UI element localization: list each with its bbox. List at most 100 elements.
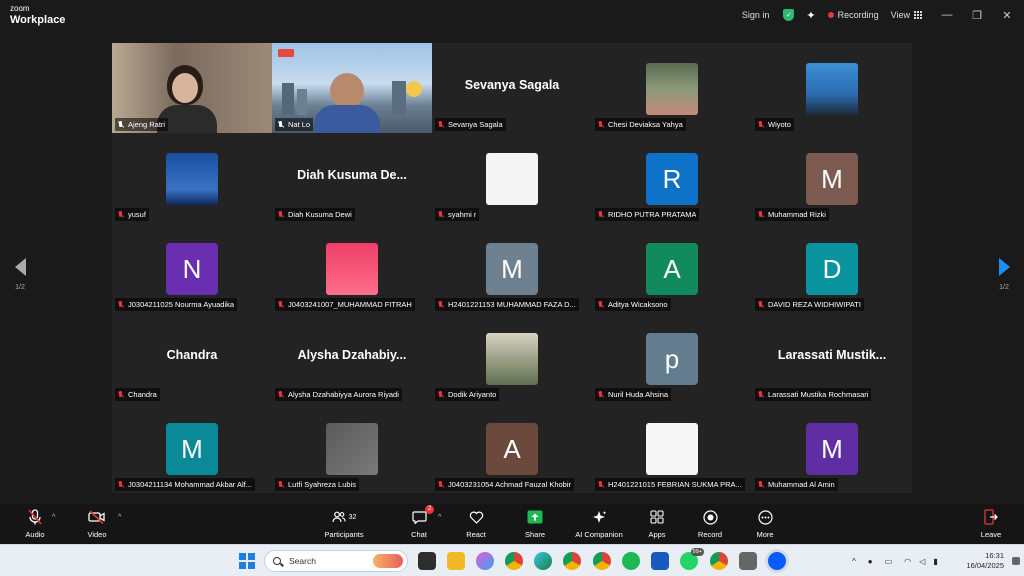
participant-name-label: DAVID REZA WIDHIWIPATI bbox=[755, 298, 864, 311]
participant-tile[interactable]: yusuf bbox=[112, 133, 272, 223]
taskbar-clock[interactable]: 16:31 16/04/2025 bbox=[966, 551, 1004, 571]
participant-name: J0304211025 Nourma Ayuadika bbox=[128, 300, 235, 309]
audio-button[interactable]: Audio bbox=[7, 508, 63, 539]
restore-icon[interactable]: ❐ bbox=[964, 9, 990, 22]
chrome-profile-2-icon[interactable] bbox=[593, 552, 611, 570]
participant-tile[interactable]: J0403241007_MUHAMMAD FITRAH bbox=[272, 223, 432, 313]
ai-companion-button[interactable]: AI Companion bbox=[571, 508, 627, 539]
participant-tile[interactable]: D DAVID REZA WIDHIWIPATI bbox=[752, 223, 912, 313]
participant-tile[interactable]: M Muhammad Al Amin bbox=[752, 403, 912, 493]
participant-tile[interactable]: M H2401221153 MUHAMMAD FAZA D... bbox=[432, 223, 592, 313]
participant-tile[interactable]: R RIDHO PUTRA PRATAMA bbox=[592, 133, 752, 223]
participant-tile[interactable]: M J0304211134 Mohammad Akbar Alf... bbox=[112, 403, 272, 493]
participant-name-label: H2401221015 FEBRIAN SUKMA PRA... bbox=[595, 478, 745, 491]
participant-name: Aditya Wicaksono bbox=[608, 300, 668, 309]
clock-time: 16:31 bbox=[985, 551, 1004, 560]
show-hidden-icons-chevron-icon[interactable]: ^ bbox=[852, 557, 856, 566]
minimize-icon[interactable]: — bbox=[934, 9, 960, 21]
participant-tile[interactable]: Lutfi Syahreza Lubis bbox=[272, 403, 432, 493]
participant-tile[interactable]: Diah Kusuma De... Diah Kusuma Dewi bbox=[272, 133, 432, 223]
arrow-right-icon bbox=[998, 258, 1010, 276]
edge-icon[interactable] bbox=[534, 552, 552, 570]
windows-start-icon[interactable] bbox=[239, 553, 255, 569]
keyboard-icon[interactable]: ▭ bbox=[885, 557, 893, 566]
leave-icon bbox=[963, 508, 1019, 526]
muted-mic-icon bbox=[757, 120, 764, 129]
muted-mic-icon bbox=[437, 300, 444, 309]
participant-tile[interactable]: Larassati Mustik... Larassati Mustika Roc… bbox=[752, 313, 912, 403]
audio-options-chevron-icon[interactable]: ^ bbox=[52, 514, 55, 521]
volume-icon[interactable]: ◁ bbox=[919, 557, 925, 566]
participant-tile[interactable]: N J0304211025 Nourma Ayuadika bbox=[112, 223, 272, 313]
participant-tile[interactable]: Sevanya Sagala Sevanya Sagala bbox=[432, 43, 592, 133]
participant-name-label: Wiyoto bbox=[755, 118, 794, 131]
participant-tile[interactable]: p Nuril Huda Ahsina bbox=[592, 313, 752, 403]
chrome-profile-3-icon[interactable] bbox=[710, 552, 728, 570]
video-gallery: Ajeng Ratri Nat Lo Sevanya Sagala Sevanya S… bbox=[112, 43, 912, 493]
participant-name: Alysha Dzahabiyya Aurora Riyadi bbox=[288, 390, 399, 399]
record-button[interactable]: Record bbox=[682, 508, 738, 539]
close-icon[interactable]: ✕ bbox=[994, 9, 1020, 22]
more-button[interactable]: More bbox=[737, 508, 793, 539]
participant-tile[interactable]: A Aditya Wicaksono bbox=[592, 223, 752, 313]
profile-photo bbox=[646, 423, 698, 475]
windows-taskbar: Search 99+ ^ ● ▭ ◠ ◁ ▮ 16:31 16/04/2025 bbox=[0, 544, 1024, 576]
participant-tile[interactable]: syahmi r bbox=[432, 133, 592, 223]
app-icon[interactable] bbox=[739, 552, 757, 570]
chat-button[interactable]: 2 Chat bbox=[391, 505, 447, 539]
react-button[interactable]: React bbox=[448, 508, 504, 539]
participant-tile[interactable]: Wiyoto bbox=[752, 43, 912, 133]
microphone-icon[interactable]: ● bbox=[868, 557, 873, 566]
participant-name: syahmi r bbox=[448, 210, 477, 219]
participant-name-label: Chesi Deviaksa Yahya bbox=[595, 118, 686, 131]
copilot-icon[interactable] bbox=[476, 552, 494, 570]
participant-tile[interactable]: Chesi Deviaksa Yahya bbox=[592, 43, 752, 133]
leave-button[interactable]: Leave bbox=[963, 508, 1019, 539]
apps-button[interactable]: Apps bbox=[629, 508, 685, 539]
video-options-chevron-icon[interactable]: ^ bbox=[118, 514, 121, 521]
previous-page-button[interactable]: 1/2 bbox=[10, 258, 30, 291]
encryption-shield-icon[interactable]: ✓ bbox=[783, 9, 795, 21]
battery-icon[interactable]: ▮ bbox=[933, 557, 937, 566]
whatsapp-icon[interactable]: 99+ bbox=[680, 548, 704, 570]
participant-tile[interactable]: M Muhammad Rizki bbox=[752, 133, 912, 223]
participant-tile[interactable]: Dodik Ariyanto bbox=[432, 313, 592, 403]
next-page-button[interactable]: 1/2 bbox=[994, 258, 1014, 291]
chrome-icon[interactable] bbox=[505, 552, 523, 570]
participants-button[interactable]: 32 Participants bbox=[316, 508, 372, 539]
participant-tile[interactable]: H2401221015 FEBRIAN SUKMA PRA... bbox=[592, 403, 752, 493]
recording-indicator[interactable]: Recording bbox=[827, 10, 879, 20]
task-view-icon[interactable] bbox=[418, 552, 436, 570]
participant-tile[interactable]: Ajeng Ratri bbox=[112, 43, 272, 133]
word-icon[interactable] bbox=[651, 552, 669, 570]
view-button[interactable]: View bbox=[891, 10, 922, 20]
participant-tile[interactable]: Nat Lo bbox=[272, 43, 432, 133]
taskbar-search-box[interactable]: Search bbox=[264, 550, 408, 572]
spotify-icon[interactable] bbox=[622, 552, 640, 570]
avatar: M bbox=[806, 423, 858, 475]
participant-tile[interactable]: A J0403231054 Achmad Fauzal Khobir bbox=[432, 403, 592, 493]
avatar: M bbox=[486, 243, 538, 295]
video-button[interactable]: Video bbox=[69, 508, 125, 539]
avatar: M bbox=[806, 153, 858, 205]
participant-name: H2401221015 FEBRIAN SUKMA PRA... bbox=[608, 480, 742, 489]
system-tray: ^ ● ▭ ◠ ◁ ▮ bbox=[852, 545, 938, 576]
arrow-left-icon bbox=[14, 258, 26, 276]
participant-tile[interactable]: Alysha Dzahabiy... Alysha Dzahabiyya Auro… bbox=[272, 313, 432, 403]
share-button[interactable]: Share bbox=[507, 508, 563, 539]
avatar: A bbox=[486, 423, 538, 475]
chrome-profile-icon[interactable] bbox=[563, 552, 581, 570]
participant-tile[interactable]: Chandra Chandra bbox=[112, 313, 272, 403]
file-explorer-icon[interactable] bbox=[447, 552, 465, 570]
notification-bell-icon[interactable] bbox=[1012, 557, 1020, 565]
participant-name: Dodik Ariyanto bbox=[448, 390, 497, 399]
chat-label: Chat bbox=[411, 530, 427, 539]
zoom-taskbar-icon[interactable] bbox=[768, 552, 786, 570]
wifi-icon[interactable]: ◠ bbox=[904, 557, 911, 566]
sign-in-link[interactable]: Sign in bbox=[742, 10, 770, 20]
chat-options-chevron-icon[interactable]: ^ bbox=[438, 514, 441, 521]
avatar: N bbox=[166, 243, 218, 295]
participant-name-label: Muhammad Al Amin bbox=[755, 478, 838, 491]
ai-companion-sparkle-icon[interactable]: ✦ bbox=[806, 9, 815, 22]
audio-label: Audio bbox=[25, 530, 45, 539]
